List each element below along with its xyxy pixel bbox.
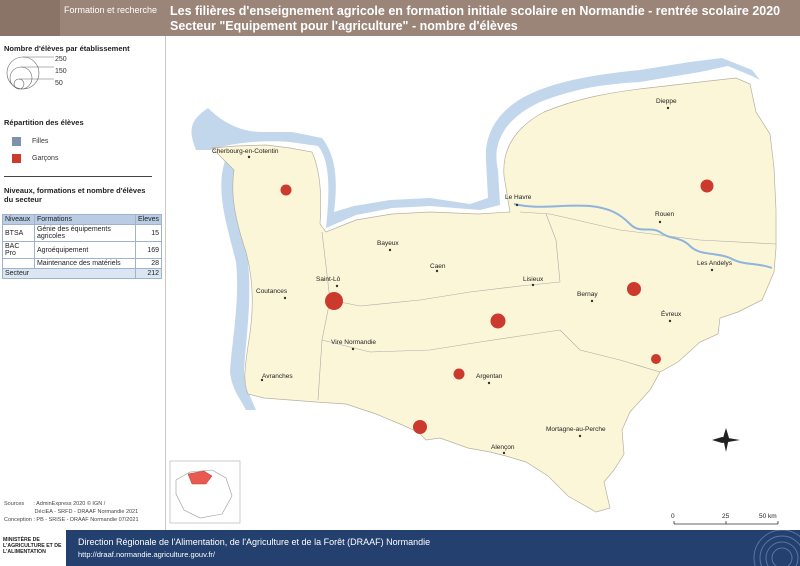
city-les-andelys: Les Andelys: [697, 260, 733, 267]
city-rouen: Rouen: [655, 211, 675, 218]
sources-line2: DéciEA - SRFD - DRAAF Normandie 2021: [4, 509, 139, 515]
establishment-marker: [280, 184, 292, 196]
city-bayeux: Bayeux: [377, 240, 399, 247]
establishment-marker: [413, 420, 427, 434]
cell-level: BAC Pro: [2, 241, 35, 259]
cell-total-count: 212: [134, 268, 163, 279]
cell-count: 169: [134, 241, 163, 259]
city-saint-lo: Saint-Lô: [316, 276, 341, 283]
sources-text: Sources : AdminExpress 2020 © IGN / Déci…: [4, 500, 139, 524]
footer-band: [66, 530, 800, 566]
cell-formation: Maintenance des matériels: [33, 258, 136, 269]
scale-label-0: 0: [671, 513, 675, 520]
establishment-marker: [700, 179, 714, 193]
cell-count: 28: [134, 258, 163, 269]
city-argentan: Argentan: [476, 373, 503, 380]
scale-bar: [673, 521, 779, 525]
city-alencon: Alençon: [491, 444, 515, 451]
establishment-marker: [490, 313, 506, 329]
sources-line1: Sources : AdminExpress 2020 © IGN /: [4, 501, 106, 507]
table-row: BAC Pro Agroéquipement 169: [2, 241, 163, 259]
map-title: Les filières d'enseignement agricole en …: [170, 4, 780, 34]
city-mortagne: Mortagne-au-Perche: [546, 426, 606, 433]
split-legend-heading: Répartition des élèves: [4, 118, 84, 127]
footer-org-name: Direction Régionale de l'Alimentation, d…: [78, 537, 431, 547]
city-coutances: Coutances: [256, 288, 288, 295]
sources-line3: Conception : PB - SRISE - DRAAF Normandi…: [4, 517, 139, 523]
normandy-map: Dieppe Cherbourg-en-Cotentin Le Havre Ro…: [169, 58, 779, 525]
establishment-marker: [325, 292, 343, 310]
map-title-line1: Les filières d'enseignement agricole en …: [170, 4, 781, 18]
size-legend-value-150: 150: [55, 68, 67, 75]
establishment-marker: [627, 282, 641, 296]
legend-divider: [4, 176, 152, 177]
city-caen: Caen: [430, 263, 446, 270]
garcons-swatch: [12, 154, 21, 163]
filles-swatch: [12, 137, 21, 146]
table-row: Maintenance des matériels 28: [2, 258, 163, 269]
footer-bar: [0, 530, 800, 566]
city-lisieux: Lisieux: [523, 276, 544, 283]
city-le-havre: Le Havre: [505, 194, 532, 201]
formations-table: Niveaux Formations Eleves BTSA Génie des…: [2, 214, 163, 279]
establishment-marker: [651, 354, 661, 364]
scale-label-25: 25: [722, 513, 730, 520]
north-arrow-icon: [712, 428, 740, 452]
header-logo-block: [0, 0, 60, 36]
city-dieppe: Dieppe: [656, 98, 677, 105]
city-cherbourg: Cherbourg-en-Cotentin: [212, 148, 279, 155]
cell-level: BTSA: [2, 224, 35, 242]
locator-inset: [169, 460, 241, 524]
city-evreux: Évreux: [661, 309, 682, 318]
ministry-logo-text: MINISTÈRE DE L'AGRICULTURE ET DE L'ALIME…: [3, 537, 62, 555]
filles-label: Filles: [32, 138, 49, 145]
footer-wave-decoration: [753, 530, 800, 566]
col-header-level: Niveaux: [2, 214, 35, 225]
city-bernay: Bernay: [577, 291, 598, 298]
size-legend-value-250: 250: [55, 56, 67, 63]
establishment-marker: [453, 368, 465, 380]
scale-label-50: 50 km: [759, 513, 777, 520]
col-header-count: Eleves: [134, 214, 163, 225]
garcons-label: Garçons: [32, 155, 59, 162]
cell-level: [2, 258, 35, 269]
cell-formation: Agroéquipement: [33, 241, 136, 259]
city-avranches: Avranches: [262, 373, 293, 380]
city-vire: Vire Normandie: [331, 339, 376, 346]
cell-total-label: Secteur: [2, 268, 136, 279]
map-title-line2: Secteur "Equipement pour l'agriculture" …: [170, 19, 518, 33]
legend-panel: Nombre d'élèves par établissement 250 15…: [0, 36, 166, 530]
footer-url[interactable]: http://draaf.normandie.agriculture.gouv.…: [78, 550, 215, 559]
header-tag: Formation et recherche: [64, 5, 158, 15]
col-header-formation: Formations: [33, 214, 136, 225]
table-header-row: Niveaux Formations Eleves: [2, 214, 163, 225]
table-total-row: Secteur 212: [2, 268, 163, 279]
cell-count: 15: [134, 224, 163, 242]
cell-formation: Génie des équipements agricoles: [33, 224, 136, 242]
table-row: BTSA Génie des équipements agricoles 15: [2, 224, 163, 242]
size-legend-heading: Nombre d'élèves par établissement: [4, 44, 130, 53]
table-heading: Niveaux, formations et nombre d'élèves d…: [4, 186, 146, 204]
size-legend-value-50: 50: [55, 80, 63, 87]
